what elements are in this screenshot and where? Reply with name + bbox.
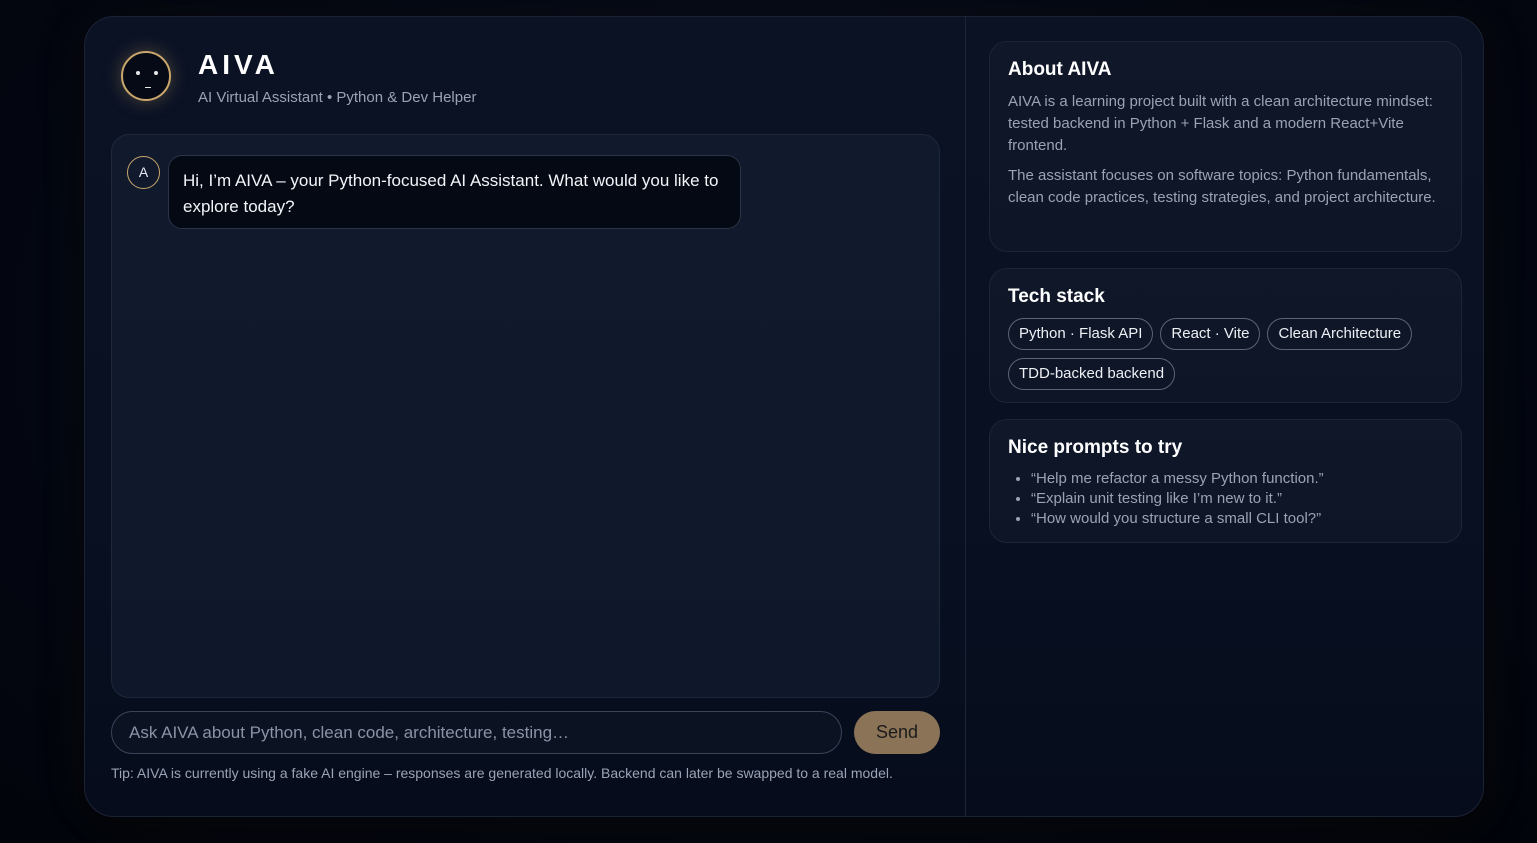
avatar-left-eye-icon bbox=[136, 71, 140, 75]
app-title: AIVA bbox=[198, 49, 279, 80]
about-title: About AIVA bbox=[1008, 59, 1112, 80]
prompt-item: “Explain unit testing like I’m new to it… bbox=[1031, 489, 1443, 509]
prompts-card: Nice prompts to try “Help me refactor a … bbox=[989, 419, 1462, 543]
tech-stack-card: Tech stack Python · Flask API React · Vi… bbox=[989, 268, 1462, 403]
chat-window[interactable]: A Hi, I’m AIVA – your Python-focused AI … bbox=[111, 134, 940, 698]
prompt-item: “How would you structure a small CLI too… bbox=[1031, 509, 1443, 529]
chip-python-flask: Python · Flask API bbox=[1008, 318, 1154, 350]
chat-panel: AIVA AI Virtual Assistant • Python & Dev… bbox=[85, 17, 965, 816]
about-paragraph-2: The assistant focuses on software topics… bbox=[1008, 167, 1436, 206]
tech-stack-chips: Python · Flask API React · Vite Clean Ar… bbox=[1008, 318, 1443, 390]
message-input[interactable] bbox=[111, 711, 842, 754]
info-sidebar: About AIVA AIVA is a learning project bu… bbox=[966, 17, 1483, 816]
chip-tdd-backend: TDD-backed backend bbox=[1008, 358, 1176, 390]
tip-text: Tip: AIVA is currently using a fake AI e… bbox=[111, 765, 893, 781]
app-subtitle: AI Virtual Assistant • Python & Dev Help… bbox=[198, 89, 477, 106]
aiva-avatar bbox=[121, 51, 171, 101]
prompts-title: Nice prompts to try bbox=[1008, 437, 1183, 458]
chip-react-vite: React · Vite bbox=[1160, 318, 1261, 350]
about-card: About AIVA AIVA is a learning project bu… bbox=[989, 41, 1462, 252]
about-paragraph-1: AIVA is a learning project built with a … bbox=[1008, 93, 1433, 154]
tech-stack-title: Tech stack bbox=[1008, 286, 1105, 307]
app-shell: AIVA AI Virtual Assistant • Python & Dev… bbox=[84, 16, 1484, 817]
avatar-right-eye-icon bbox=[154, 71, 158, 75]
assistant-message-bubble: Hi, I’m AIVA – your Python-focused AI As… bbox=[168, 155, 741, 229]
send-button[interactable]: Send bbox=[854, 711, 940, 754]
message-avatar: A bbox=[127, 156, 160, 189]
chip-clean-architecture: Clean Architecture bbox=[1267, 318, 1413, 350]
prompts-list: “Help me refactor a messy Python functio… bbox=[1008, 469, 1443, 529]
prompt-item: “Help me refactor a messy Python functio… bbox=[1031, 469, 1443, 489]
avatar-mouth-icon bbox=[145, 87, 151, 88]
